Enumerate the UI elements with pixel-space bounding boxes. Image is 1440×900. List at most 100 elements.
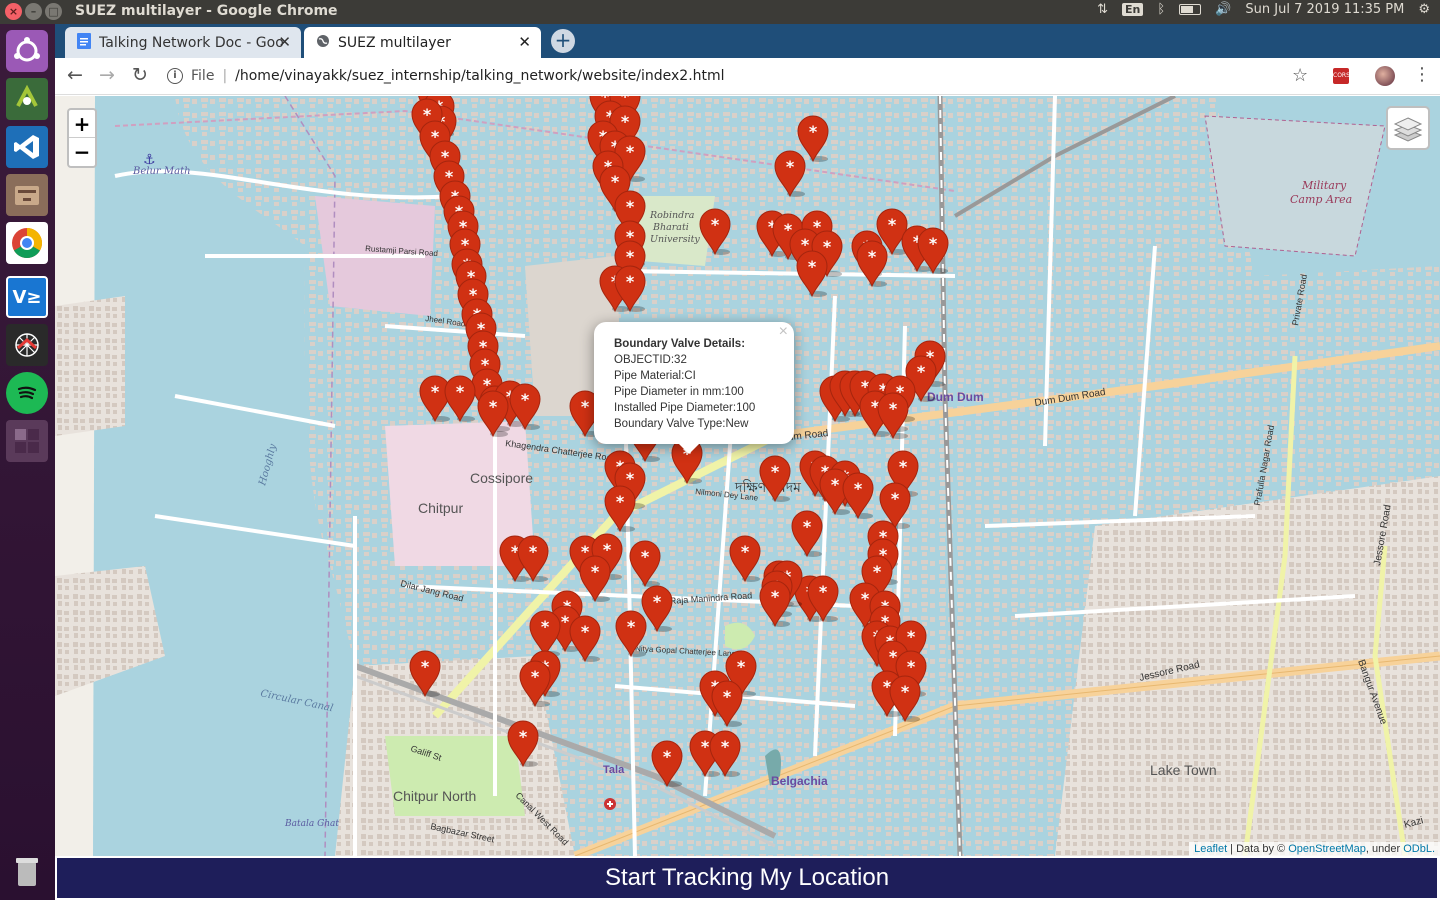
osm-link[interactable]: OpenStreetMap [1288, 843, 1366, 855]
layers-control-button[interactable] [1386, 106, 1430, 150]
svg-text:*: * [711, 215, 720, 234]
tab-label: Talking Network Doc - Goo [99, 34, 284, 51]
label-rabindra-3: University [650, 234, 700, 245]
start-tracking-button[interactable]: Start Tracking My Location [57, 858, 1437, 898]
valve-popup: × Boundary Valve Details: OBJECTID:32 Pi… [594, 322, 794, 454]
top-panel: × – □ SUEZ multilayer - Google Chrome ⇅ … [0, 0, 1440, 24]
tab-close-icon[interactable]: ✕ [278, 33, 291, 51]
chrome-menu-icon[interactable]: ⋮ [1413, 64, 1431, 85]
svg-text:*: * [627, 617, 636, 636]
ubuntu-dash-icon[interactable] [6, 30, 48, 72]
power-icon[interactable]: ⚙ [1418, 2, 1430, 17]
url-text[interactable]: /home/vinayakk/suez_internship/talking_n… [235, 68, 724, 84]
system-tray: ⇅ En ᛒ 🔊 Sun Jul 7 2019 11:35 PM ⚙ [1097, 2, 1430, 17]
workspaces-icon[interactable] [6, 420, 48, 462]
svg-text:*: * [531, 667, 540, 686]
svg-text:*: * [581, 622, 590, 641]
vscode-icon[interactable] [6, 126, 48, 168]
svg-text:*: * [611, 172, 620, 191]
svg-text:*: * [621, 112, 630, 131]
popup-tip [679, 444, 699, 454]
battery-icon[interactable] [1179, 4, 1202, 15]
back-icon[interactable]: ← [67, 64, 83, 86]
svg-text:*: * [626, 247, 635, 266]
launcher: V≥ [0, 24, 55, 900]
popup-line-type: Boundary Valve Type:New [614, 418, 749, 430]
label-military-1: Military [1301, 179, 1347, 192]
map-tiles: Belur Math ⚓ Robindra Bharati University… [55, 96, 1440, 856]
svg-text:*: * [899, 457, 908, 476]
svg-text:*: * [907, 657, 916, 676]
svg-text:*: * [854, 479, 863, 498]
svg-text:*: * [421, 657, 430, 676]
svg-text:*: * [603, 540, 612, 559]
clock[interactable]: Sun Jul 7 2019 11:35 PM [1245, 2, 1404, 17]
zoom-out-button[interactable]: − [69, 138, 95, 166]
label-belur: Belur Math [132, 166, 191, 177]
svg-text:*: * [888, 215, 897, 234]
svg-text:*: * [861, 589, 870, 608]
svg-text:*: * [701, 737, 710, 756]
svg-text:*: * [581, 397, 590, 416]
label-dumdum: Dum Dum [927, 390, 984, 404]
volume-icon[interactable]: 🔊 [1215, 2, 1231, 17]
browser-toolbar: ← → ↻ i File | /home/vinayakk/suez_inter… [55, 58, 1440, 95]
address-bar[interactable]: i File | /home/vinayakk/suez_internship/… [167, 62, 1347, 90]
zoom-in-button[interactable]: + [69, 110, 95, 138]
forward-icon[interactable]: → [99, 64, 115, 86]
popup-title: Boundary Valve Details: [614, 338, 746, 350]
maximize-window-button[interactable]: □ [45, 3, 62, 20]
svg-text:*: * [823, 237, 832, 256]
svg-text:*: * [868, 247, 877, 266]
odbl-link[interactable]: ODbL. [1403, 843, 1435, 855]
vnc-viewer-icon[interactable]: V≥ [6, 276, 48, 318]
info-icon[interactable]: i [167, 68, 183, 84]
svg-text:*: * [809, 122, 818, 141]
svg-text:*: * [626, 272, 635, 291]
svg-text:*: * [541, 617, 550, 636]
popup-line-diameter: Pipe Diameter in mm:100 [614, 386, 744, 398]
new-tab-button[interactable]: + [551, 29, 575, 53]
svg-text:*: * [917, 362, 926, 381]
label-tala: Tala [603, 764, 625, 776]
label-rabindra-1: Robindra [649, 210, 695, 221]
minimize-window-button[interactable]: – [25, 3, 42, 20]
cors-extension-icon[interactable]: CORS [1333, 68, 1350, 84]
svg-text:*: * [653, 592, 662, 611]
android-studio-icon[interactable] [6, 78, 48, 120]
profile-avatar[interactable] [1375, 66, 1395, 86]
label-belgachia: Belgachia [771, 774, 828, 788]
reload-icon[interactable]: ↻ [132, 64, 148, 86]
svg-text:*: * [831, 475, 840, 494]
tab-suez-multilayer[interactable]: SUEZ multilayer ✕ [304, 27, 541, 58]
anchor-icon: ⚓ [143, 152, 156, 168]
svg-text:*: * [616, 492, 625, 511]
files-icon[interactable] [6, 174, 48, 216]
popup-line-installed: Installed Pipe Diameter:100 [614, 402, 756, 414]
keyboard-language[interactable]: En [1122, 3, 1144, 16]
chrome-icon[interactable] [6, 222, 48, 264]
leaflet-link[interactable]: Leaflet [1194, 843, 1227, 855]
network-updown-icon[interactable]: ⇅ [1097, 2, 1108, 17]
bluetooth-icon[interactable]: ᛒ [1157, 2, 1165, 17]
svg-text:*: * [819, 582, 828, 601]
svg-text:*: * [889, 399, 898, 418]
leaflet-map[interactable]: Belur Math ⚓ Robindra Bharati University… [55, 96, 1440, 856]
bookmark-star-icon[interactable]: ☆ [1292, 65, 1308, 86]
svg-text:*: * [626, 142, 635, 161]
close-window-button[interactable]: × [5, 3, 22, 20]
trash-icon[interactable] [6, 850, 48, 892]
network-app-icon[interactable] [6, 324, 48, 366]
label-lake-town: Lake Town [1150, 762, 1217, 778]
popup-close-icon[interactable]: × [779, 324, 788, 340]
tab-talking-network-doc[interactable]: Talking Network Doc - Goo ✕ [65, 27, 301, 58]
map-attribution: Leaflet | Data by © OpenStreetMap, under… [1189, 842, 1440, 856]
window-title: SUEZ multilayer - Google Chrome [75, 3, 338, 19]
spotify-icon[interactable] [6, 372, 48, 414]
attribution-text-1: | Data by © [1227, 843, 1289, 855]
svg-text:*: * [456, 382, 465, 401]
tab-close-icon[interactable]: ✕ [518, 33, 531, 51]
browser-window: Talking Network Doc - Goo ✕ SUEZ multila… [55, 24, 1440, 900]
svg-text:*: * [626, 197, 635, 216]
svg-text:*: * [803, 517, 812, 536]
